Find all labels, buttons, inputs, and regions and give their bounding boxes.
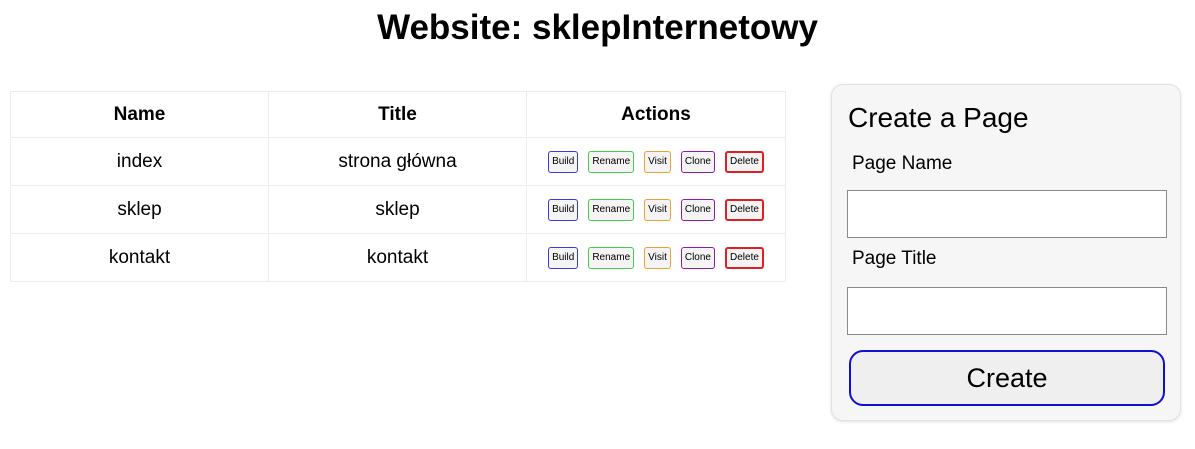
table-row: kontakt kontakt Build Rename Visit Clone… — [10, 233, 786, 282]
rename-button[interactable]: Rename — [588, 246, 635, 269]
page-name-input[interactable] — [847, 190, 1167, 238]
build-button[interactable]: Build — [548, 150, 579, 173]
page-title-label: Page Title — [852, 248, 937, 269]
table-row: sklep sklep Build Rename Visit Clone Del… — [10, 185, 786, 234]
create-button[interactable]: Create — [849, 350, 1165, 406]
delete-button[interactable]: Delete — [725, 246, 764, 269]
column-header-actions: Actions — [526, 91, 786, 138]
table-row: index strona główna Build Rename Visit C… — [10, 137, 786, 186]
page-title-input[interactable] — [847, 287, 1167, 335]
rename-button[interactable]: Rename — [588, 198, 635, 221]
column-header-title: Title — [268, 91, 527, 138]
visit-button[interactable]: Visit — [644, 150, 671, 173]
actions-cell: Build Rename Visit Clone Delete — [526, 185, 786, 234]
page-title-cell: strona główna — [268, 137, 527, 186]
pages-table: Name Title Actions index strona główna B… — [10, 91, 786, 282]
table-header-row: Name Title Actions — [10, 91, 786, 138]
actions-cell: Build Rename Visit Clone Delete — [526, 233, 786, 282]
create-page-heading: Create a Page — [848, 102, 1029, 133]
page-title-cell: sklep — [268, 185, 527, 234]
column-header-name: Name — [10, 91, 269, 138]
clone-button[interactable]: Clone — [680, 150, 715, 173]
clone-button[interactable]: Clone — [680, 198, 715, 221]
visit-button[interactable]: Visit — [644, 198, 671, 221]
rename-button[interactable]: Rename — [588, 150, 635, 173]
page-name-cell: sklep — [10, 185, 269, 234]
build-button[interactable]: Build — [548, 198, 579, 221]
page-title: Website: sklepInternetowy — [377, 8, 818, 47]
delete-button[interactable]: Delete — [725, 150, 764, 173]
page-title-cell: kontakt — [268, 233, 527, 282]
page-name-label: Page Name — [852, 153, 953, 174]
page-name-cell: kontakt — [10, 233, 269, 282]
create-page-panel: Create a Page Page Name Page Title Creat… — [831, 84, 1181, 421]
actions-cell: Build Rename Visit Clone Delete — [526, 137, 786, 186]
clone-button[interactable]: Clone — [680, 246, 715, 269]
build-button[interactable]: Build — [548, 246, 579, 269]
delete-button[interactable]: Delete — [725, 198, 764, 221]
visit-button[interactable]: Visit — [644, 246, 671, 269]
page-name-cell: index — [10, 137, 269, 186]
